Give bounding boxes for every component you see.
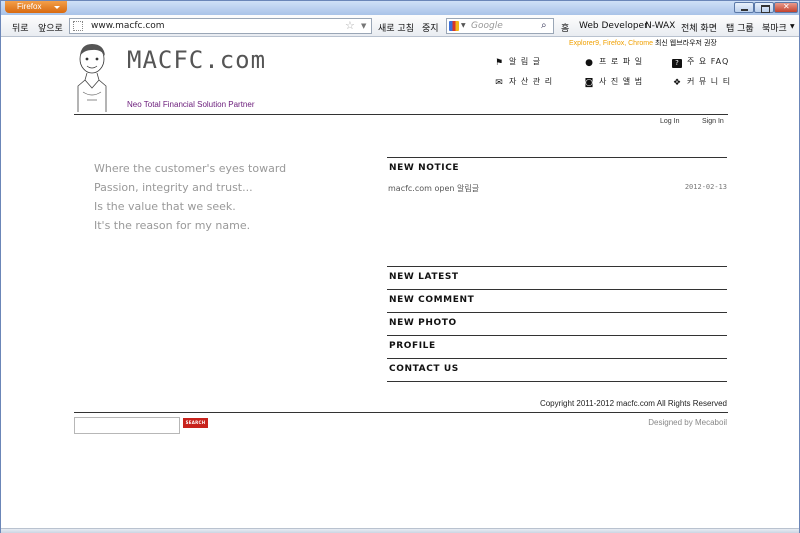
nav-photo[interactable]: ◙ 사 진 앨 범: [584, 76, 643, 88]
close-window-button[interactable]: [774, 2, 798, 13]
toolbar-n-wax[interactable]: N-WAX: [645, 21, 675, 31]
section-contact-us[interactable]: CONTACT US: [387, 358, 727, 381]
question-icon: ?: [672, 59, 682, 68]
flag-icon: ⚑: [494, 58, 504, 68]
nav-faq[interactable]: ? 주 요 FAQ: [672, 56, 729, 68]
title-bar: Firefox: [1, 1, 799, 15]
section-divider: [387, 381, 727, 382]
minimize-button[interactable]: [734, 2, 754, 13]
notice-date: 2012-02-13: [684, 183, 727, 191]
home-button[interactable]: 홈: [561, 21, 569, 34]
chevron-down-icon[interactable]: ▼: [361, 22, 366, 30]
section-heading[interactable]: NEW LATEST: [389, 272, 459, 282]
search-engine-box[interactable]: ▼ Google ⌕: [446, 18, 554, 34]
url-text: www.macfc.com: [91, 21, 165, 31]
maximize-button[interactable]: [754, 2, 774, 13]
toolbar-bookmarks[interactable]: 북마크: [762, 21, 787, 34]
section-heading[interactable]: NEW NOTICE: [389, 163, 459, 173]
section-new-comment[interactable]: NEW COMMENT: [387, 289, 727, 312]
chat-icon: ❖: [672, 78, 682, 88]
nav-asset[interactable]: ✉ 자 산 관 리: [494, 76, 553, 88]
person-icon: ●: [585, 58, 593, 68]
reload-button[interactable]: 새로 고침: [378, 21, 414, 34]
browser-window: Firefox 뒤로 앞으로 www.macfc.com ☆ ▼ 새로 고침 중…: [0, 0, 800, 533]
chevron-down-icon[interactable]: ▼: [790, 23, 795, 30]
notice-title[interactable]: macfc.com open 알림글: [388, 184, 479, 193]
section-heading[interactable]: CONTACT US: [389, 364, 459, 374]
section-heading[interactable]: NEW PHOTO: [389, 318, 457, 328]
toolbar-web-developer[interactable]: Web Developer: [579, 21, 648, 31]
site-tagline: Neo Total Financial Solution Partner: [127, 100, 255, 109]
firefox-menu-button[interactable]: Firefox: [5, 1, 67, 13]
web-page: Explorer9, Firefox, Chrome 최신 웹브라우저 권장 M…: [1, 38, 799, 528]
back-button[interactable]: 뒤로: [12, 21, 29, 34]
browser-recommendation: Explorer9, Firefox, Chrome 최신 웹브라우저 권장: [569, 40, 717, 47]
section-heading[interactable]: PROFILE: [389, 341, 436, 351]
signin-link[interactable]: Sign In: [702, 118, 724, 125]
designed-by-text: Designed by Mecaboil: [648, 418, 727, 427]
address-bar[interactable]: www.macfc.com ☆ ▼: [69, 18, 372, 34]
toolbar-fullscreen[interactable]: 전체 화면: [681, 21, 717, 34]
search-icon[interactable]: ⌕: [541, 20, 547, 31]
site-logo[interactable]: MACFC.com: [127, 46, 266, 74]
footer-divider: [74, 412, 728, 413]
caricature-avatar: [77, 44, 107, 112]
mail-icon: ✉: [495, 78, 503, 88]
google-icon[interactable]: [449, 21, 459, 31]
favicon-icon: [73, 21, 83, 31]
mission-quote: Where the customer's eyes toward Passion…: [94, 162, 287, 232]
nav-profile[interactable]: ● 프 로 파 일: [584, 56, 643, 68]
copyright-text: Copyright 2011-2012 macfc.com All Rights…: [539, 399, 727, 408]
camera-icon: ◙: [584, 78, 594, 88]
stop-button[interactable]: 중지: [422, 21, 439, 34]
chevron-down-icon: [54, 6, 60, 9]
nav-community[interactable]: ❖ 커 뮤 니 티: [672, 76, 731, 88]
login-link[interactable]: Log In: [660, 118, 679, 125]
nav-notice[interactable]: ⚑ 알 림 글: [494, 56, 541, 68]
forward-button[interactable]: 앞으로: [38, 21, 63, 34]
site-search-input[interactable]: [74, 417, 180, 434]
section-new-latest[interactable]: NEW LATEST: [387, 266, 727, 289]
navigation-toolbar: 뒤로 앞으로 www.macfc.com ☆ ▼ 새로 고침 중지 ▼ Goog…: [1, 15, 799, 37]
status-bar: [1, 528, 799, 533]
search-placeholder: Google: [471, 21, 503, 31]
section-heading[interactable]: NEW COMMENT: [389, 295, 474, 305]
list-item[interactable]: macfc.com open 알림글 2012-02-13: [388, 183, 727, 194]
section-new-notice: NEW NOTICE: [387, 157, 727, 266]
search-button[interactable]: SEARCH: [183, 418, 208, 428]
bookmark-star-icon[interactable]: ☆: [345, 19, 355, 32]
chevron-down-icon[interactable]: ▼: [461, 22, 466, 29]
toolbar-tab-groups[interactable]: 탭 그룹: [726, 21, 754, 34]
section-profile[interactable]: PROFILE: [387, 335, 727, 358]
header-divider: [74, 114, 728, 115]
section-new-photo[interactable]: NEW PHOTO: [387, 312, 727, 335]
